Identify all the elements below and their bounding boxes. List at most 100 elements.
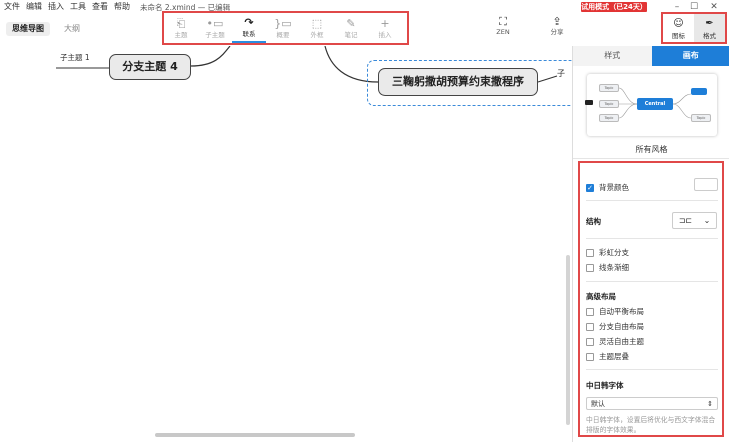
chevron-down-icon: ⌄ — [703, 216, 711, 225]
font-value: 默认 — [591, 399, 605, 408]
tab-mindmap[interactable]: 思维导图 — [6, 22, 50, 36]
preview-topic: Topic — [599, 100, 619, 108]
free-branch-row: 分支自由布局 — [586, 321, 644, 332]
all-styles-link[interactable]: 所有风格 — [573, 144, 729, 155]
tab-style[interactable]: 样式 — [573, 46, 652, 66]
advanced-layout-title: 高级布局 — [586, 292, 616, 301]
preview-topic: Topic — [599, 114, 619, 122]
divider — [573, 158, 729, 159]
note-label: 笔记 — [344, 30, 358, 39]
topic-icon: ⎗ — [176, 16, 186, 30]
free-topic-row: 灵活自由主题 — [586, 336, 644, 347]
menu-help[interactable]: 帮助 — [114, 0, 130, 14]
separator — [586, 200, 718, 201]
insert-button[interactable]: + 插入 — [368, 13, 402, 43]
bg-color-row: ✓ 背景颜色 — [586, 182, 629, 193]
tab-canvas[interactable]: 画布 — [651, 46, 729, 66]
relationship-label: 联系 — [242, 29, 256, 38]
subtopic-icon: •▭ — [206, 16, 224, 30]
updown-icon: ⇕ — [707, 399, 713, 408]
rainbow-row: 彩虹分支 — [586, 247, 629, 258]
zen-button[interactable]: ⛶ ZEN — [491, 15, 515, 37]
topic-button[interactable]: ⎗ 主题 — [164, 13, 198, 43]
panel-toggle-group: ☺ 图标 ✒ 格式 — [661, 12, 727, 44]
subtopic-label: 子主题 — [205, 30, 225, 39]
thin-lines-checkbox[interactable] — [586, 263, 594, 272]
bg-color-checkbox[interactable]: ✓ — [586, 183, 594, 192]
auto-balance-row: 自动平衡布局 — [586, 306, 644, 317]
menu-tools[interactable]: 工具 — [70, 0, 86, 14]
relationship-icon: ↷ — [244, 15, 254, 29]
theme-preview[interactable]: Topic Topic Topic Central Topic — [585, 74, 717, 136]
separator — [586, 238, 718, 239]
cjk-font-hint: 中日韩字体，设置后将优化与西文字体混合排版的字体效果。 — [586, 416, 716, 434]
smiley-icon: ☺ — [673, 17, 684, 29]
boundary-button[interactable]: ⬚ 外框 — [300, 13, 334, 43]
mindmap-canvas[interactable]: 子主题 1 分支主题 4 三鞠躬撒胡预算约束撒程序 子 — [0, 46, 572, 442]
sticker-label: 图标 — [672, 31, 685, 40]
separator — [586, 281, 718, 282]
tab-outline[interactable]: 大纲 — [58, 22, 86, 36]
structure-select[interactable]: ⊐⊏ ⌄ — [672, 212, 717, 229]
summary-label: 概要 — [276, 30, 290, 39]
overlap-label: 主题层叠 — [599, 352, 629, 361]
share-button[interactable]: ⇪ 分享 — [545, 15, 569, 37]
menu-edit[interactable]: 编辑 — [26, 0, 42, 14]
free-branch-checkbox[interactable] — [586, 322, 594, 331]
separator — [586, 369, 718, 370]
note-button[interactable]: ✎ 笔记 — [334, 13, 368, 43]
vertical-scrollbar[interactable] — [566, 255, 570, 425]
preview-topic: Topic — [599, 84, 619, 92]
canvas-settings: ✓ 背景颜色 结构 ⊐⊏ ⌄ 彩虹分支 线条渐细 高级布局 自动平衡布局 分支自… — [578, 161, 724, 437]
rainbow-checkbox[interactable] — [586, 248, 594, 257]
share-label: 分享 — [550, 28, 564, 36]
clipped-subtopic-node[interactable]: 子 — [557, 68, 565, 79]
rainbow-label: 彩虹分支 — [599, 248, 629, 257]
sticker-button[interactable]: ☺ 图标 — [663, 14, 694, 42]
trial-badge[interactable]: 试用模式（已24天） — [581, 2, 647, 12]
fullscreen-icon: ⛶ — [499, 15, 507, 28]
main-topic-node[interactable]: 三鞠躬撒胡预算约束撒程序 — [378, 68, 538, 96]
zen-label: ZEN — [496, 28, 510, 36]
thin-lines-label: 线条渐细 — [599, 263, 629, 272]
insert-icon: + — [380, 16, 390, 30]
summary-button[interactable]: }▭ 概要 — [266, 13, 300, 43]
horizontal-scrollbar[interactable] — [155, 433, 355, 437]
menu-insert[interactable]: 插入 — [48, 0, 64, 14]
free-topic-label: 灵活自由主题 — [599, 337, 644, 346]
panel-tabs: 样式 画布 — [573, 46, 729, 66]
menu-view[interactable]: 查看 — [92, 0, 108, 14]
brush-icon: ✒ — [705, 17, 714, 29]
cjk-font-select[interactable]: 默认 ⇕ — [586, 397, 718, 410]
menu-file[interactable]: 文件 — [4, 0, 20, 14]
topic-label: 主题 — [174, 30, 188, 39]
boundary-label: 外框 — [310, 30, 324, 39]
boundary-icon: ⬚ — [311, 16, 323, 30]
free-topic-checkbox[interactable] — [586, 337, 594, 346]
free-branch-label: 分支自由布局 — [599, 322, 644, 331]
bg-color-label: 背景颜色 — [599, 183, 629, 192]
summary-icon: }▭ — [274, 16, 292, 30]
thin-lines-row: 线条渐细 — [586, 262, 629, 273]
preview-marker — [585, 100, 593, 105]
preview-topic: Topic — [691, 114, 711, 122]
overlap-checkbox[interactable] — [586, 352, 594, 361]
auto-balance-checkbox[interactable] — [586, 307, 594, 316]
structure-title: 结构 — [586, 217, 601, 226]
note-icon: ✎ — [346, 16, 356, 30]
preview-central: Central — [637, 98, 673, 110]
share-icon: ⇪ — [552, 15, 562, 28]
bg-color-swatch[interactable] — [694, 178, 718, 191]
relationship-button[interactable]: ↷ 联系 — [232, 13, 266, 43]
format-panel: 样式 画布 Topic Topic Topic Central Topic 所有… — [572, 46, 729, 442]
preview-floating — [691, 88, 707, 95]
subtopic-node[interactable]: 子主题 1 — [60, 52, 90, 63]
insert-label: 插入 — [378, 30, 392, 39]
subtopic-button[interactable]: •▭ 子主题 — [198, 13, 232, 43]
structure-icon: ⊐⊏ — [678, 216, 693, 225]
insert-tool-group: ⎗ 主题 •▭ 子主题 ↷ 联系 }▭ 概要 ⬚ 外框 ✎ 笔记 + 插入 — [162, 11, 409, 45]
format-button[interactable]: ✒ 格式 — [694, 14, 725, 42]
format-label: 格式 — [703, 31, 716, 40]
overlap-row: 主题层叠 — [586, 351, 629, 362]
branch-topic-node[interactable]: 分支主题 4 — [109, 54, 191, 80]
